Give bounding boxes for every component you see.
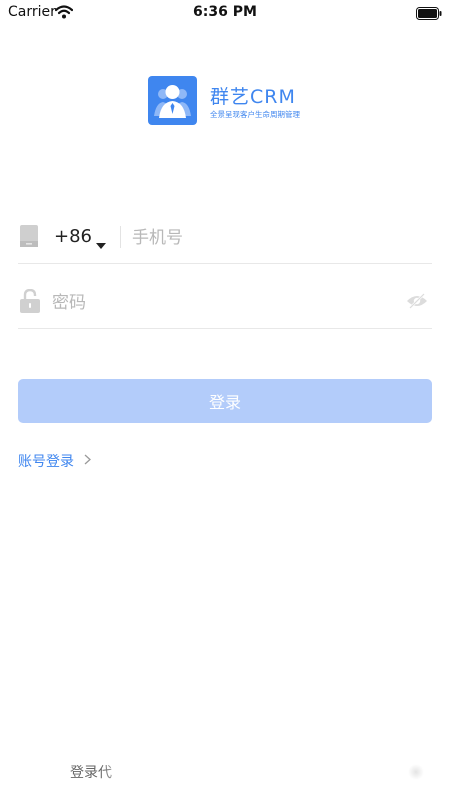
account-login-label: 账号登录 (18, 454, 74, 470)
phone-input[interactable] (130, 223, 424, 253)
password-input[interactable] (50, 288, 394, 318)
status-time: 6:36 PM (193, 4, 257, 20)
country-code-selector[interactable]: +86 (54, 226, 92, 247)
app-title: 群艺CRM (210, 86, 296, 108)
user-avatar-icon (148, 76, 197, 125)
battery-icon (416, 5, 442, 24)
app-logo: 群艺CRM 全景呈现客户生命周期管理 (148, 76, 318, 126)
login-button[interactable]: 登录 (18, 379, 432, 423)
phone-icon (20, 225, 38, 251)
field-divider (120, 226, 121, 248)
eye-off-icon[interactable] (406, 293, 428, 313)
account-login-link[interactable]: 账号登录 (18, 451, 92, 471)
status-bar: Carrier 6:36 PM (0, 0, 450, 24)
bottom-fade-overlay (100, 755, 160, 789)
chevron-right-icon (84, 453, 92, 469)
caret-down-icon[interactable] (96, 234, 106, 253)
phone-row: +86 (18, 211, 432, 264)
bottom-dot-indicator (408, 764, 424, 780)
password-row (18, 276, 432, 329)
lock-icon (20, 288, 40, 317)
app-subtitle: 全景呈现客户生命周期管理 (210, 110, 300, 119)
